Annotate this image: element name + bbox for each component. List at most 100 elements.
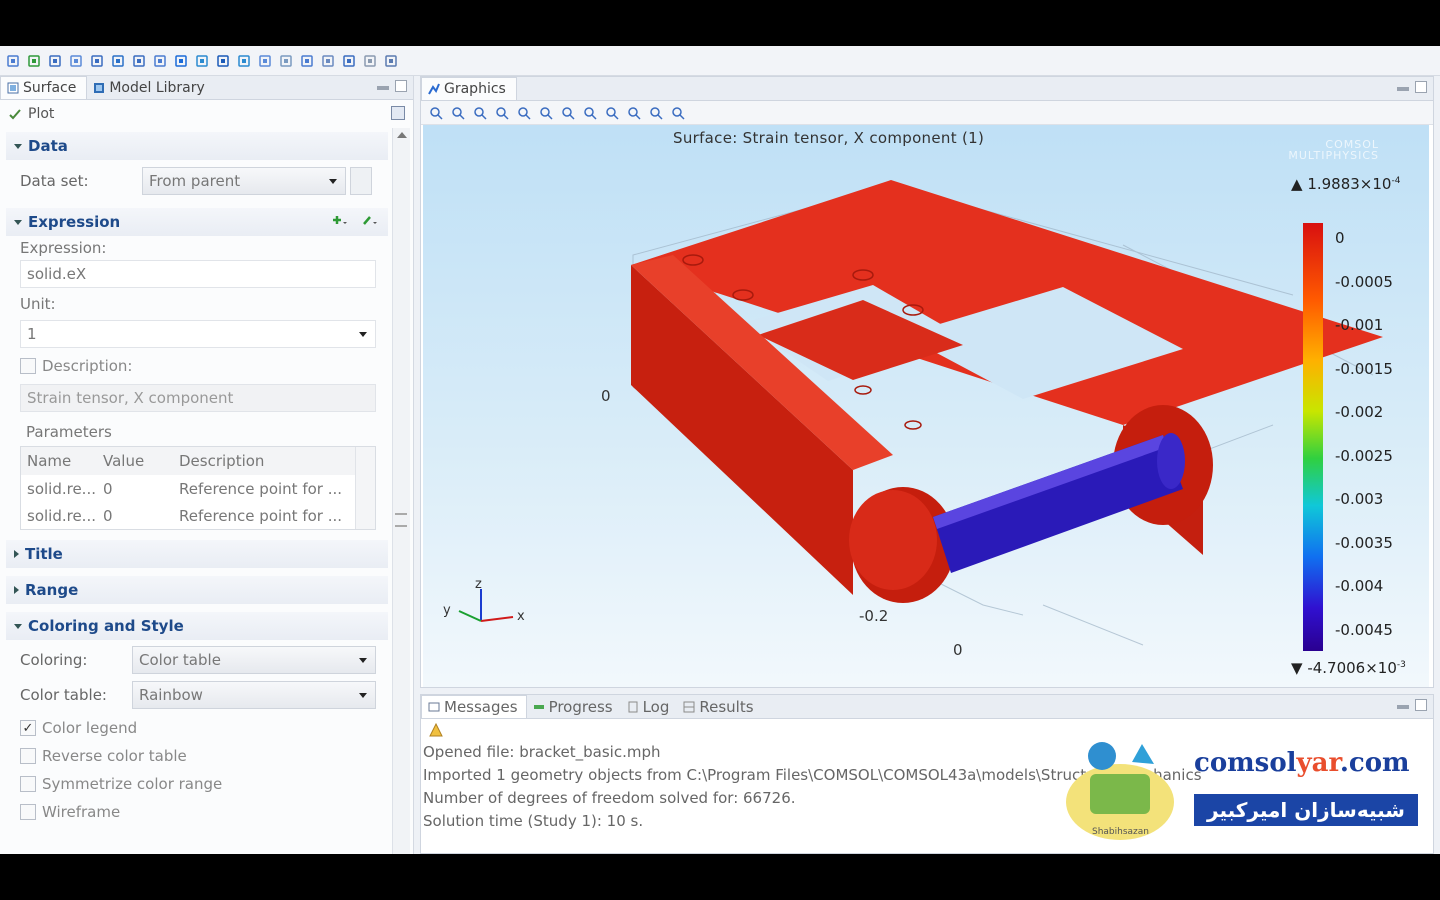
- scroll-up-icon[interactable]: [397, 132, 407, 138]
- comsol-window: Surface Model Library Plot Data Data set…: [0, 46, 1440, 854]
- zoom-box-icon[interactable]: [471, 104, 489, 122]
- view-xy-icon[interactable]: [559, 104, 577, 122]
- graphics-viewport[interactable]: Surface: Strain tensor, X component (1) …: [423, 125, 1429, 687]
- toolbar-tool-icon[interactable]: [298, 52, 316, 70]
- graphics-toolbar: [421, 101, 1433, 125]
- expand-triangle-icon: [14, 550, 19, 558]
- expand-triangle-icon: [14, 586, 19, 594]
- settings-scrollbar[interactable]: [392, 128, 410, 854]
- tab-progress[interactable]: Progress: [527, 695, 621, 718]
- column-header[interactable]: Value: [97, 447, 173, 475]
- toolbar-tool-icon[interactable]: [235, 52, 253, 70]
- zoom-out-icon[interactable]: [449, 104, 467, 122]
- plot-pin-icon[interactable]: [391, 106, 405, 120]
- zoom-extents-icon[interactable]: [493, 104, 511, 122]
- minimize-button[interactable]: [377, 86, 389, 90]
- colorbar-tick-label: -0.0025: [1335, 446, 1393, 465]
- column-header[interactable]: Name: [21, 447, 97, 475]
- coloring-select[interactable]: Color table: [132, 646, 376, 674]
- table-row[interactable]: solid.re... 0 Reference point for ...: [21, 475, 357, 502]
- color-legend-checkbox[interactable]: ✓: [20, 720, 36, 736]
- toolbar-tool-icon[interactable]: [214, 52, 232, 70]
- triad-x-label: x: [517, 609, 525, 624]
- section-coloring-style[interactable]: Coloring and Style: [6, 612, 388, 640]
- view-yz-icon[interactable]: [581, 104, 599, 122]
- reverse-color-table-checkbox[interactable]: [20, 748, 36, 764]
- dataset-goto-button[interactable]: [350, 167, 372, 195]
- warning-icon[interactable]: [429, 723, 443, 737]
- chevron-down-icon: [359, 331, 367, 337]
- select-icon[interactable]: [625, 104, 643, 122]
- chevron-down-icon: [329, 178, 337, 184]
- minimize-button[interactable]: [1397, 705, 1409, 709]
- graphics-icon: [428, 83, 440, 95]
- surface-icon: [7, 82, 19, 94]
- maximize-button[interactable]: [1415, 81, 1427, 93]
- tab-graphics[interactable]: Graphics: [421, 77, 517, 100]
- reverse-color-table-row: Reverse color table: [6, 742, 388, 770]
- symmetrize-row: Symmetrize color range: [6, 770, 388, 798]
- collapse-triangle-icon: [14, 623, 22, 629]
- replace-expression-icon[interactable]: [362, 214, 378, 228]
- view-zx-icon[interactable]: [603, 104, 621, 122]
- clear-selection-icon[interactable]: [647, 104, 665, 122]
- dataset-label: Data set:: [20, 172, 89, 190]
- toolbar-tool-icon[interactable]: [256, 52, 274, 70]
- description-label: Description:: [42, 357, 133, 375]
- toolbar-tool-icon[interactable]: [4, 52, 22, 70]
- toolbar-tool-icon[interactable]: [340, 52, 358, 70]
- toolbar-tool-icon[interactable]: [319, 52, 337, 70]
- toolbar-tool-icon[interactable]: [46, 52, 64, 70]
- zoom-in-icon[interactable]: [427, 104, 445, 122]
- toolbar-tool-icon[interactable]: [361, 52, 379, 70]
- toolbar-tool-icon[interactable]: [130, 52, 148, 70]
- color-table-select[interactable]: Rainbow: [132, 681, 376, 709]
- model-render: [458, 180, 1383, 651]
- column-header[interactable]: Description: [173, 447, 357, 475]
- maximize-button[interactable]: [395, 80, 407, 92]
- triad-z-label: z: [475, 577, 482, 592]
- section-title[interactable]: Title: [6, 540, 388, 568]
- settings-tabbar: Surface Model Library: [0, 76, 413, 100]
- description-input[interactable]: Strain tensor, X component: [20, 384, 376, 412]
- description-checkbox[interactable]: [20, 358, 36, 374]
- toolbar-tool-icon[interactable]: [193, 52, 211, 70]
- wireframe-checkbox[interactable]: [20, 804, 36, 820]
- dataset-select[interactable]: From parent: [142, 167, 346, 195]
- section-data[interactable]: Data: [6, 132, 388, 160]
- toolbar-tool-icon[interactable]: [88, 52, 106, 70]
- camera-icon[interactable]: [669, 104, 687, 122]
- section-expression[interactable]: Expression: [6, 208, 388, 236]
- plot-label[interactable]: Plot: [28, 106, 54, 122]
- parameters-scrollbar[interactable]: [355, 447, 375, 529]
- progress-icon: [533, 704, 544, 709]
- section-range[interactable]: Range: [6, 576, 388, 604]
- scroll-grip-icon[interactable]: [395, 513, 407, 527]
- tab-results[interactable]: Results: [677, 695, 761, 718]
- toolbar-tool-icon[interactable]: [277, 52, 295, 70]
- add-expression-icon[interactable]: [332, 214, 348, 228]
- tab-messages[interactable]: Messages: [421, 695, 527, 718]
- table-row[interactable]: solid.re... 0 Reference point for ...: [21, 502, 357, 529]
- tab-log[interactable]: Log: [621, 695, 678, 718]
- colorbar-tick-label: -0.0005: [1335, 272, 1393, 291]
- log-icon: [628, 701, 638, 712]
- expression-input[interactable]: solid.eX: [20, 260, 376, 288]
- symmetrize-checkbox[interactable]: [20, 776, 36, 792]
- toolbar-tool-icon[interactable]: [151, 52, 169, 70]
- minimize-button[interactable]: [1397, 87, 1409, 91]
- axis-orientation-icon[interactable]: [515, 104, 533, 122]
- view-dropdown-icon[interactable]: [537, 104, 555, 122]
- toolbar-tool-icon[interactable]: [25, 52, 43, 70]
- toolbar-tool-icon[interactable]: [382, 52, 400, 70]
- maximize-button[interactable]: [1415, 699, 1427, 711]
- tab-model-library[interactable]: Model Library: [87, 76, 214, 99]
- results-icon: [683, 701, 695, 712]
- tab-surface[interactable]: Surface: [0, 76, 88, 99]
- toolbar-tool-icon[interactable]: [67, 52, 85, 70]
- unit-select[interactable]: 1: [20, 320, 376, 348]
- toolbar-tool-icon[interactable]: [172, 52, 190, 70]
- toolbar-tool-icon[interactable]: [109, 52, 127, 70]
- letterbox-bottom: [0, 854, 1440, 900]
- collapse-triangle-icon: [14, 219, 22, 225]
